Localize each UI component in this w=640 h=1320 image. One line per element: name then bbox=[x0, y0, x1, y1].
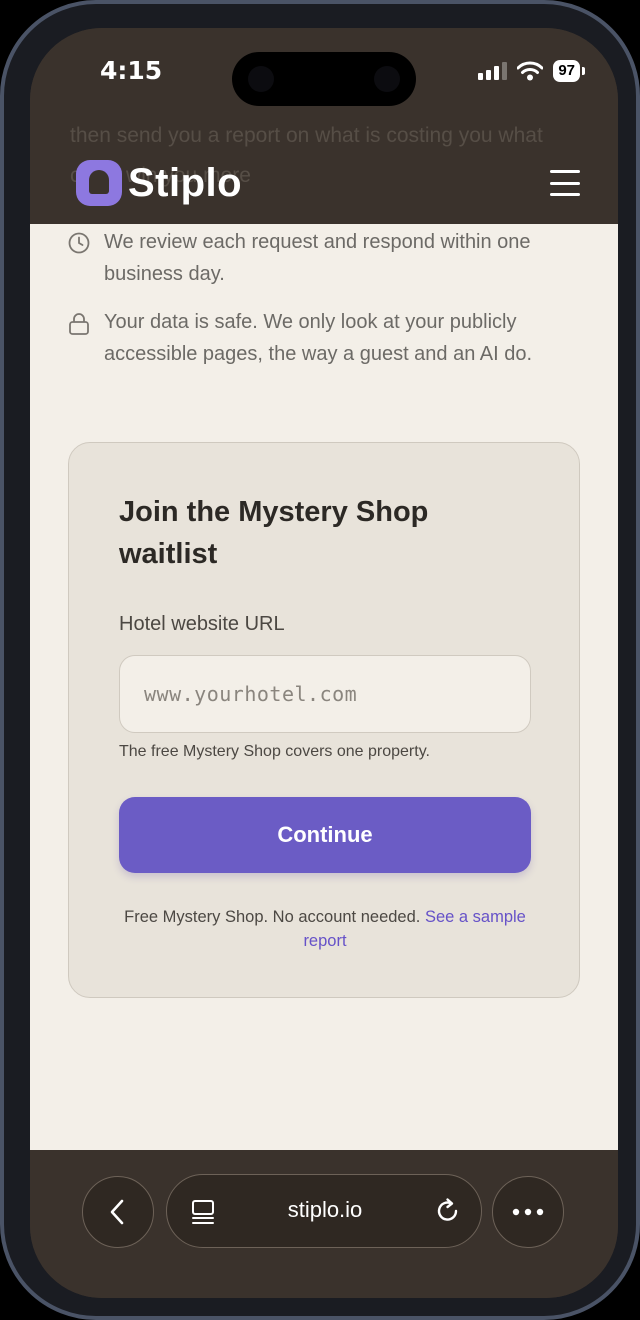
wifi-icon bbox=[517, 61, 544, 81]
info-item-data-safety: Your data is safe. We only look at your … bbox=[68, 306, 588, 370]
reload-icon[interactable] bbox=[435, 1197, 461, 1230]
chevron-left-icon bbox=[110, 1199, 124, 1225]
form-footnote: Free Mystery Shop. No account needed. Se… bbox=[119, 905, 531, 953]
battery-icon: 97 bbox=[553, 60, 585, 82]
cellular-signal-icon bbox=[478, 62, 508, 80]
dynamic-island bbox=[232, 52, 416, 106]
ellipsis-icon bbox=[512, 1208, 544, 1216]
status-indicators: 97 bbox=[478, 60, 585, 82]
url-field-label: Hotel website URL bbox=[119, 613, 285, 635]
brand-name: Stiplo bbox=[128, 160, 243, 205]
sensor-icon bbox=[374, 66, 400, 92]
screen: 4:15 97 then send you a report on what i… bbox=[30, 28, 618, 1298]
info-text: We review each request and respond withi… bbox=[104, 231, 531, 285]
continue-button[interactable]: Continue bbox=[119, 797, 531, 873]
page-content: We review each request and respond withi… bbox=[30, 224, 618, 1150]
more-options-button[interactable] bbox=[492, 1176, 564, 1248]
helper-text: The free Mystery Shop covers one propert… bbox=[119, 743, 430, 760]
hotel-url-input[interactable] bbox=[119, 655, 531, 733]
info-item-response-time: We review each request and respond withi… bbox=[68, 226, 588, 290]
camera-icon bbox=[248, 66, 274, 92]
hamburger-menu-icon[interactable] bbox=[550, 170, 580, 196]
phone-frame: 4:15 97 then send you a report on what i… bbox=[0, 0, 640, 1320]
address-bar[interactable]: stiplo.io bbox=[166, 1174, 482, 1248]
waitlist-form-card: Join the Mystery Shop waitlist Hotel web… bbox=[68, 442, 580, 998]
lock-icon bbox=[68, 312, 90, 370]
browser-toolbar: stiplo.io bbox=[30, 1150, 618, 1298]
status-bar: 4:15 97 bbox=[30, 28, 618, 120]
brand-logo[interactable]: Stiplo bbox=[76, 160, 242, 206]
footnote-text: Free Mystery Shop. No account needed. bbox=[124, 908, 425, 926]
back-button[interactable] bbox=[82, 1176, 154, 1248]
status-time: 4:15 bbox=[100, 56, 163, 85]
site-header: then send you a report on what is costin… bbox=[30, 120, 618, 224]
clock-icon bbox=[68, 232, 90, 290]
info-text: Your data is safe. We only look at your … bbox=[104, 311, 533, 365]
form-title: Join the Mystery Shop waitlist bbox=[119, 496, 429, 570]
logo-mark-icon bbox=[76, 160, 122, 206]
